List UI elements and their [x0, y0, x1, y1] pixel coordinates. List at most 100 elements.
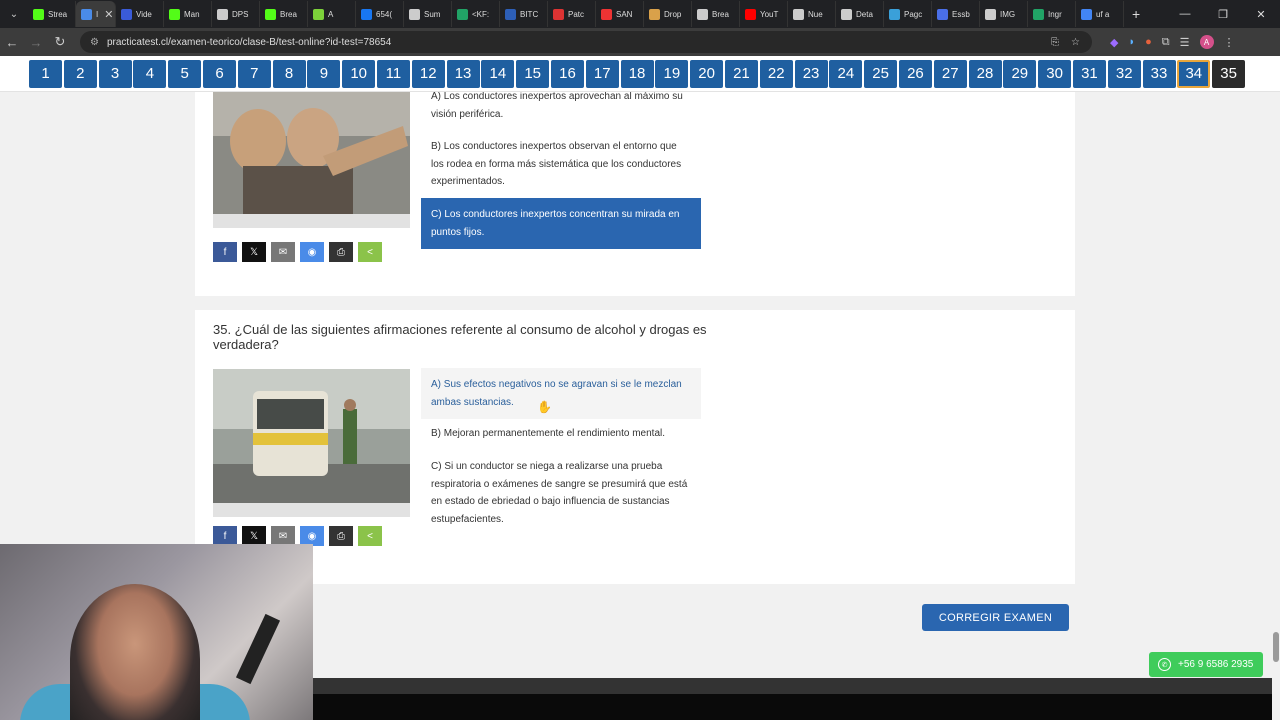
question-nav-button[interactable]: 4	[133, 59, 167, 88]
question-nav-button[interactable]: 7	[237, 59, 271, 88]
facebook-icon[interactable]: f	[213, 526, 237, 546]
messenger-icon[interactable]: ◉	[300, 242, 324, 262]
question-nav-button[interactable]: 23	[794, 59, 828, 88]
question-nav-button[interactable]: 25	[864, 59, 898, 88]
browser-tab[interactable]: I ✕	[76, 1, 116, 27]
correct-exam-button[interactable]: CORREGIR EXAMEN	[922, 604, 1069, 631]
q34-option-a[interactable]: A) Los conductores inexpertos aprovechan…	[421, 88, 701, 123]
share-icon[interactable]: <	[358, 526, 382, 546]
browser-tab[interactable]: Essb	[932, 1, 980, 27]
email-icon[interactable]: ✉	[271, 242, 295, 262]
question-nav-button[interactable]: 19	[655, 59, 689, 88]
reload-icon[interactable]: ↻	[48, 34, 72, 50]
question-nav-button[interactable]: 29	[1003, 59, 1037, 88]
question-nav-button[interactable]: 5	[168, 59, 202, 88]
reading-list-icon[interactable]: ☰	[1180, 36, 1190, 49]
q35-option-b[interactable]: B) Mejoran permanentemente el rendimient…	[421, 425, 701, 443]
browser-tab[interactable]: YouT	[740, 1, 788, 27]
extension-icon[interactable]: ●	[1145, 36, 1152, 48]
email-icon[interactable]: ✉	[271, 526, 295, 546]
question-nav-button[interactable]: 1	[29, 59, 62, 88]
browser-tab[interactable]: uf a	[1076, 1, 1124, 27]
print-icon[interactable]: ⎙	[329, 526, 353, 546]
whatsapp-button[interactable]: ✆ +56 9 6586 2935	[1149, 652, 1263, 677]
question-nav-button[interactable]: 18	[620, 59, 654, 88]
close-window-icon[interactable]: ✕	[1242, 0, 1280, 28]
browser-tab[interactable]: BITC	[500, 1, 548, 27]
question-nav-button[interactable]: 15	[516, 59, 550, 88]
q34-option-c-selected[interactable]: C) Los conductores inexpertos concentran…	[421, 198, 701, 249]
question-nav-button[interactable]: 11	[376, 59, 410, 88]
browser-tab[interactable]: A	[308, 1, 356, 27]
question-nav-button[interactable]: 30	[1038, 59, 1072, 88]
browser-tab[interactable]: Brea	[260, 1, 308, 27]
question-nav-button[interactable]: 9	[307, 59, 341, 88]
browser-tab[interactable]: Nue	[788, 1, 836, 27]
browser-tab[interactable]: <KF:	[452, 1, 500, 27]
browser-tab[interactable]: Patc	[548, 1, 596, 27]
question-nav-button[interactable]: 10	[342, 59, 376, 88]
question-nav-button[interactable]: 34	[1177, 59, 1211, 88]
forward-icon[interactable]: →	[24, 35, 48, 50]
extension-icon[interactable]: ◗	[1128, 36, 1135, 48]
question-nav-button[interactable]: 21	[724, 59, 758, 88]
browser-tab[interactable]: 654(	[356, 1, 404, 27]
minimize-icon[interactable]: —	[1166, 0, 1204, 28]
x-icon[interactable]: 𝕏	[242, 242, 266, 262]
bookmark-star-icon[interactable]: ☆	[1071, 37, 1080, 48]
page-scrollbar[interactable]	[1272, 56, 1280, 720]
install-icon[interactable]: ⎘	[1051, 37, 1059, 48]
q35-option-a[interactable]: A) Sus efectos negativos no se agravan s…	[421, 368, 701, 419]
question-nav-button[interactable]: 32	[1107, 59, 1141, 88]
back-icon[interactable]: ←	[0, 35, 24, 50]
tab-close-icon[interactable]: ✕	[104, 8, 113, 21]
question-nav-button[interactable]: 28	[968, 59, 1002, 88]
question-nav-button[interactable]: 8	[272, 59, 306, 88]
browser-tab[interactable]: Drop	[644, 1, 692, 27]
question-nav-button[interactable]: 17	[585, 59, 619, 88]
browser-tab[interactable]: Ingr	[1028, 1, 1076, 27]
question-nav-button[interactable]: 31	[1072, 59, 1106, 88]
browser-tab[interactable]: Man	[164, 1, 212, 27]
question-nav-button[interactable]: 16	[550, 59, 584, 88]
question-nav-button[interactable]: 2	[63, 59, 97, 88]
share-icon[interactable]: <	[358, 242, 382, 262]
q34-option-b[interactable]: B) Los conductores inexpertos observan e…	[421, 138, 701, 191]
site-info-icon[interactable]: ⚙	[90, 37, 99, 48]
browser-tab[interactable]: IMG	[980, 1, 1028, 27]
url-bar[interactable]: ⚙ practicatest.cl/examen-teorico/clase-B…	[80, 31, 1092, 53]
extension-icon[interactable]: ◆	[1110, 36, 1118, 49]
question-nav-button[interactable]: 14	[481, 59, 515, 88]
facebook-icon[interactable]: f	[213, 242, 237, 262]
question-nav-button[interactable]: 22	[759, 59, 793, 88]
browser-tab[interactable]: Vide	[116, 1, 164, 27]
browser-tab[interactable]: DPS	[212, 1, 260, 27]
browser-tab[interactable]: Pagc	[884, 1, 932, 27]
profile-avatar[interactable]: A	[1199, 35, 1214, 49]
question-nav-button[interactable]: 12	[411, 59, 445, 88]
question-nav-button[interactable]: 6	[202, 59, 236, 88]
question-nav-button[interactable]: 35	[1212, 59, 1246, 88]
question-nav-button[interactable]: 20	[690, 59, 724, 88]
q35-option-c[interactable]: C) Si un conductor se niega a realizarse…	[421, 458, 701, 528]
question-nav-button[interactable]: 3	[98, 59, 132, 88]
messenger-icon[interactable]: ◉	[300, 526, 324, 546]
question-nav-button[interactable]: 26	[898, 59, 932, 88]
question-nav-button[interactable]: 13	[446, 59, 480, 88]
question-nav-button[interactable]: 24	[829, 59, 863, 88]
restore-icon[interactable]: ❐	[1204, 0, 1242, 28]
new-tab-button[interactable]: +	[1132, 6, 1140, 22]
x-icon[interactable]: 𝕏	[242, 526, 266, 546]
tab-search-icon[interactable]: ⌄	[0, 0, 28, 28]
print-icon[interactable]: ⎙	[329, 242, 353, 262]
browser-menu-icon[interactable]: ⋮	[1224, 36, 1235, 49]
extensions-puzzle-icon[interactable]: ⧉	[1162, 36, 1170, 49]
browser-tab[interactable]: Strea	[28, 1, 76, 27]
browser-tab[interactable]: SAN	[596, 1, 644, 27]
question-nav-button[interactable]: 27	[933, 59, 967, 88]
browser-tab[interactable]: Sum	[404, 1, 452, 27]
question-nav-button[interactable]: 33	[1142, 59, 1176, 88]
browser-tab[interactable]: Brea	[692, 1, 740, 27]
browser-tab[interactable]: Deta	[836, 1, 884, 27]
scrollbar-thumb[interactable]	[1273, 632, 1279, 662]
